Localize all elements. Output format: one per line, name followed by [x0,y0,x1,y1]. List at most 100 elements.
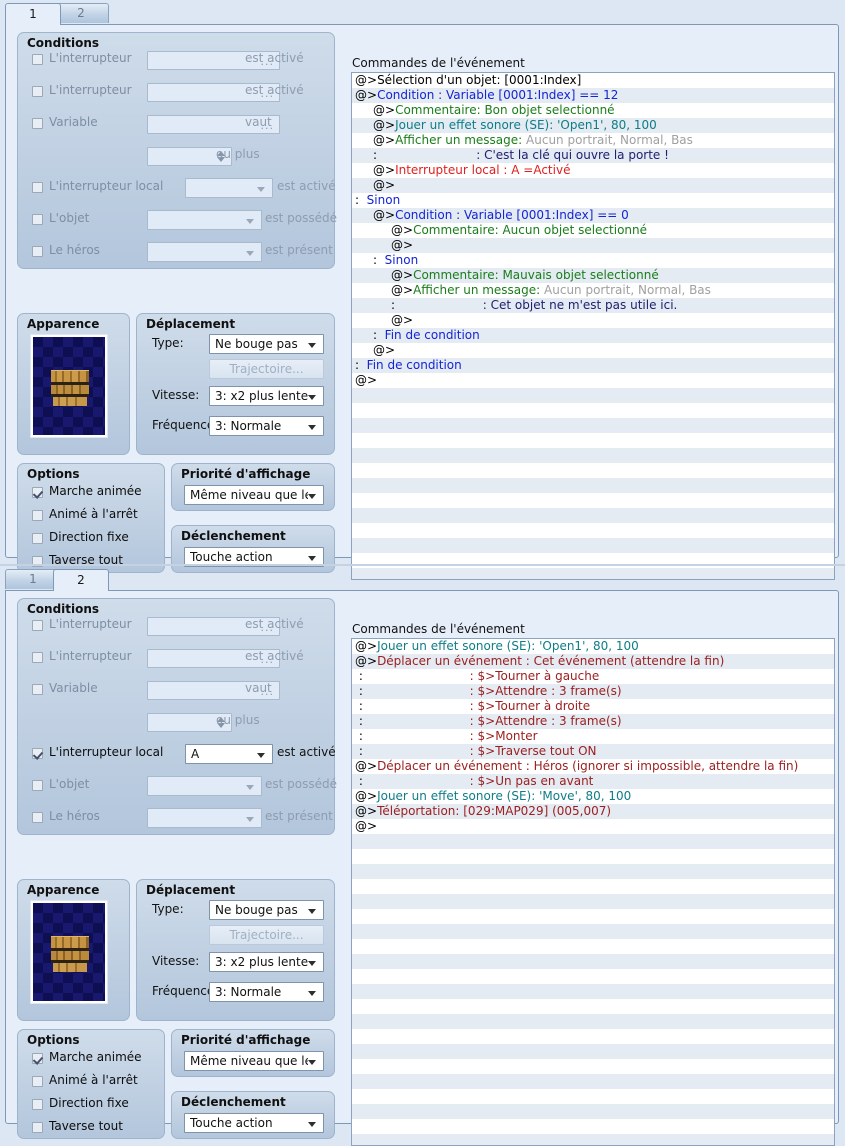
command-line[interactable]: @>Condition : Variable [0001:Index] == 0 [352,208,834,223]
item-chevron-down-icon[interactable] [246,785,254,790]
command-line[interactable] [352,1074,834,1089]
command-line[interactable]: @>Téléportation: [029:MAP029] (005,007) [352,804,834,819]
command-line[interactable] [352,1059,834,1074]
command-line[interactable] [352,864,834,879]
type-dropdown[interactable]: Ne bouge pas [209,334,324,354]
command-line[interactable] [352,939,834,954]
vitesse-chevron-down-icon[interactable] [308,961,316,966]
command-line[interactable]: @>Interrupteur local : A =Activé [352,163,834,178]
local-switch-chevron-down-icon[interactable] [257,753,265,758]
command-line[interactable] [352,1104,834,1119]
command-line[interactable] [352,1014,834,1029]
command-line[interactable]: @>Afficher un message: Aucun portrait, N… [352,283,834,298]
local-switch-checkbox[interactable] [32,748,43,759]
priorite-dropdown[interactable]: Même niveau que le h [184,1051,324,1071]
command-line[interactable] [352,879,834,894]
command-line[interactable]: : : Cet objet ne m'est pas utile ici. [352,298,834,313]
vitesse-dropdown[interactable]: 3: x2 plus lente [209,386,324,406]
command-line[interactable] [352,999,834,1014]
command-line[interactable] [352,969,834,984]
command-line[interactable] [352,463,834,478]
option-anime-a-larret-checkbox[interactable] [32,510,43,521]
item-checkbox[interactable] [32,780,43,791]
variable-checkbox[interactable] [32,684,43,695]
type-chevron-down-icon[interactable] [308,343,316,348]
command-line[interactable]: @>Commentaire: Aucun objet selectionné [352,223,834,238]
declenchement-chevron-down-icon[interactable] [308,556,316,561]
event-commands-list[interactable]: @>Sélection d'un objet: [0001:Index] @>Co… [351,72,835,580]
command-line[interactable]: : : $>Traverse tout ON [352,744,834,759]
type-chevron-down-icon[interactable] [308,909,316,914]
priorite-dropdown[interactable]: Même niveau que le h [184,485,324,505]
option-marche-animee-checkbox[interactable] [32,1053,43,1064]
declenchement-chevron-down-icon[interactable] [308,1122,316,1127]
priorite-chevron-down-icon[interactable] [308,1060,316,1065]
priorite-chevron-down-icon[interactable] [308,494,316,499]
command-line[interactable]: @>Commentaire: Bon objet selectionné [352,103,834,118]
frequence-chevron-down-icon[interactable] [308,425,316,430]
local-switch-dropdown[interactable]: A [185,744,273,764]
frequence-chevron-down-icon[interactable] [308,991,316,996]
local-switch-checkbox[interactable] [32,182,43,193]
tab-2[interactable]: 2 [53,3,109,23]
command-line[interactable]: @>Jouer un effet sonore (SE): 'Open1', 8… [352,118,834,133]
command-line[interactable] [352,984,834,999]
command-line[interactable] [352,478,834,493]
command-line[interactable]: : : C'est la clé qui ouvre la porte ! [352,148,834,163]
command-line[interactable] [352,538,834,553]
event-commands-list[interactable]: @>Jouer un effet sonore (SE): 'Open1', 8… [351,638,835,1146]
command-line[interactable]: : Sinon [352,253,834,268]
command-line[interactable]: @>Jouer un effet sonore (SE): 'Open1', 8… [352,639,834,654]
command-line[interactable]: : : $>Attendre : 3 frame(s) [352,684,834,699]
command-line[interactable]: @>Déplacer un événement : Héros (ignorer… [352,759,834,774]
item-dropdown[interactable] [147,210,262,230]
hero-chevron-down-icon[interactable] [246,251,254,256]
command-line[interactable]: : : $>Un pas en avant [352,774,834,789]
command-line[interactable]: @>Sélection d'un objet: [0001:Index] [352,73,834,88]
command-line[interactable]: @> [352,343,834,358]
hero-dropdown[interactable] [147,808,262,828]
local-switch-chevron-down-icon[interactable] [257,187,265,192]
command-line[interactable] [352,403,834,418]
command-line[interactable]: : : $>Tourner à gauche [352,669,834,684]
type-dropdown[interactable]: Ne bouge pas [209,900,324,920]
command-line[interactable] [352,834,834,849]
command-line[interactable]: @> [352,178,834,193]
item-chevron-down-icon[interactable] [246,219,254,224]
command-line[interactable]: : : $>Tourner à droite [352,699,834,714]
item-dropdown[interactable] [147,776,262,796]
item-checkbox[interactable] [32,214,43,225]
option-traverse-tout-checkbox[interactable] [32,1122,43,1133]
switch-2-checkbox[interactable] [32,652,43,663]
command-line[interactable] [352,508,834,523]
command-line[interactable] [352,1029,834,1044]
switch-1-checkbox[interactable] [32,620,43,631]
command-line[interactable]: : Sinon [352,193,834,208]
local-switch-dropdown[interactable] [185,178,273,198]
command-line[interactable]: : Fin de condition [352,358,834,373]
switch-2-checkbox[interactable] [32,86,43,97]
frequence-dropdown[interactable]: 3: Normale [209,982,324,1002]
vitesse-dropdown[interactable]: 3: x2 plus lente [209,952,324,972]
command-line[interactable] [352,1089,834,1104]
tab-1[interactable]: 1 [5,3,61,25]
tab-2[interactable]: 2 [53,569,109,591]
command-line[interactable] [352,433,834,448]
sprite-preview[interactable] [30,900,108,1004]
command-line[interactable]: @>Déplacer un événement : Cet événement … [352,654,834,669]
vitesse-chevron-down-icon[interactable] [308,395,316,400]
command-line[interactable]: @>Condition : Variable [0001:Index] == 1… [352,88,834,103]
command-line[interactable]: @> [352,313,834,328]
variable-checkbox[interactable] [32,118,43,129]
command-line[interactable] [352,1134,834,1145]
command-line[interactable]: @>Afficher un message: Aucun portrait, N… [352,133,834,148]
switch-1-checkbox[interactable] [32,54,43,65]
command-line[interactable]: @> [352,238,834,253]
command-line[interactable]: @> [352,819,834,834]
command-line[interactable]: @> [352,373,834,388]
command-line[interactable] [352,909,834,924]
command-line[interactable]: @>Commentaire: Mauvais objet selectionné [352,268,834,283]
command-line[interactable] [352,894,834,909]
sprite-preview[interactable] [30,334,108,438]
command-line[interactable] [352,418,834,433]
